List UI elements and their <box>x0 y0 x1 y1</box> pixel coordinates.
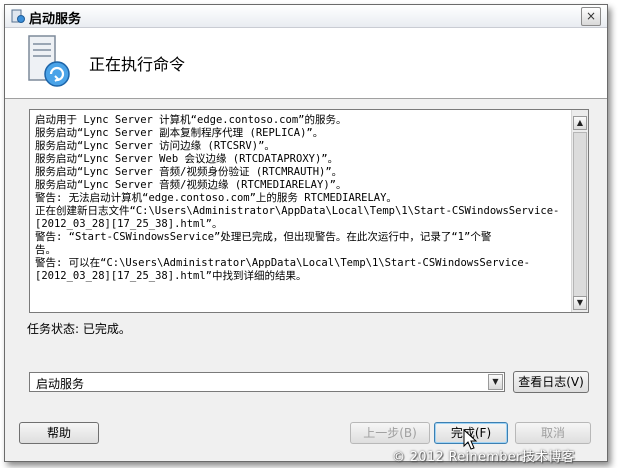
log-output-area[interactable]: 启动用于 Lync Server 计算机“edge.contoso.com”的服… <box>29 109 589 313</box>
watermark-text: © 2012 Reinember技术博客 <box>392 450 575 465</box>
log-line: [2012_03_28][17_25_38].html”中找到详细的结果。 <box>35 270 307 282</box>
log-line: 警告: “Start-CSWindowsService”处理已完成，但出现警告。… <box>35 231 492 243</box>
log-line: 警告: 可以在“C:\Users\Administrator\AppData\L… <box>35 257 531 269</box>
close-button[interactable]: × <box>581 7 601 26</box>
log-line: [2012_03_28][17_25_38].html”。 <box>35 218 223 230</box>
log-text: 启动用于 Lync Server 计算机“edge.contoso.com”的服… <box>35 114 567 283</box>
view-log-button[interactable]: 查看日志(V) <box>513 371 589 393</box>
action-select-value: 启动服务 <box>36 377 85 391</box>
log-line: 服务启动“Lync Server 副本复制程序代理 (REPLICA)”。 <box>35 127 324 139</box>
log-line: 服务启动“Lync Server 音频/视频身份验证 (RTCMRAUTH)”。 <box>35 166 343 178</box>
window-title: 启动服务 <box>29 12 82 27</box>
cancel-button[interactable]: 取消 <box>515 422 591 444</box>
dialog-window: 启动服务 × 正在执行命令 启动用于 Lync Server 计算机“edge.… <box>4 4 608 462</box>
chevron-down-icon[interactable]: ▼ <box>488 374 503 390</box>
log-line: 服务启动“Lync Server Web 会议边缘 (RTCDATAPROXY)… <box>35 153 339 165</box>
server-refresh-icon <box>28 35 70 87</box>
page-title: 正在执行命令 <box>89 55 186 74</box>
log-line: 告。 <box>35 244 56 256</box>
task-status-text: 任务状态: 已完成。 <box>27 322 131 336</box>
log-line: 启动用于 Lync Server 计算机“edge.contoso.com”的服… <box>35 114 347 126</box>
back-button[interactable]: 上一步(B) <box>350 422 430 444</box>
help-button[interactable]: 帮助 <box>19 422 99 444</box>
log-scrollbar[interactable]: ▲ ▼ <box>571 110 588 312</box>
header-banner: 正在执行命令 <box>5 28 607 99</box>
scroll-down-arrow-icon[interactable]: ▼ <box>573 296 587 310</box>
title-bar: 启动服务 × <box>5 5 607 28</box>
log-line: 正在创建新日志文件“C:\Users\Administrator\AppData… <box>35 205 560 217</box>
scrollbar-thumb[interactable] <box>573 132 587 300</box>
scroll-up-arrow-icon[interactable]: ▲ <box>573 116 587 130</box>
action-select[interactable]: 启动服务 ▼ <box>29 372 505 392</box>
service-app-icon <box>11 9 25 23</box>
log-line: 服务启动“Lync Server 访问边缘 (RTCSRV)”。 <box>35 140 275 152</box>
log-line: 服务启动“Lync Server 音频/视频边缘 (RTCMEDIARELAY)… <box>35 179 347 191</box>
log-line: 警告: 无法启动计算机“edge.contoso.com”上的服务 RTCMED… <box>35 192 397 204</box>
